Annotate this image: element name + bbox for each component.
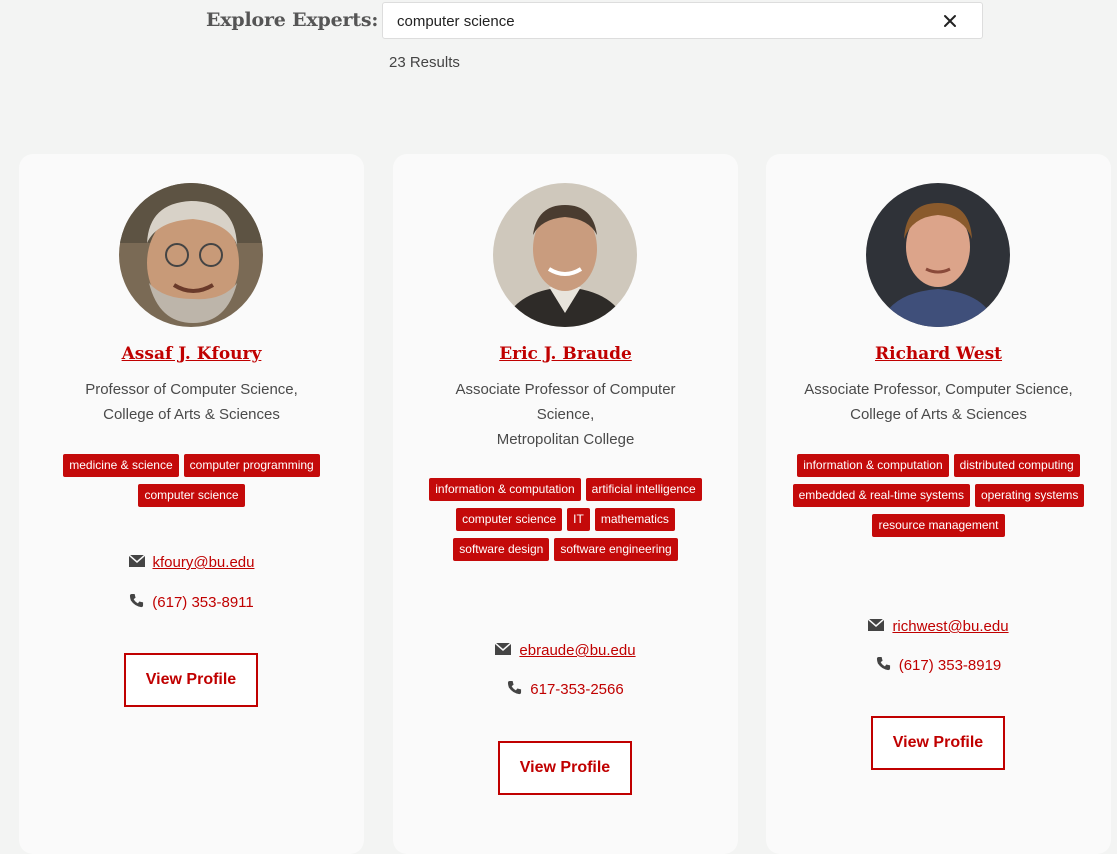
tag[interactable]: information & computation (429, 478, 581, 501)
tag[interactable]: computer science (138, 484, 245, 507)
tag[interactable]: information & computation (797, 454, 949, 477)
tag-list: information & computation distributed co… (786, 454, 1091, 537)
tag-list: medicine & science computer programming … (39, 454, 344, 507)
view-profile-button[interactable]: View Profile (871, 716, 1005, 770)
view-profile-button[interactable]: View Profile (124, 653, 258, 707)
expert-name[interactable]: Eric J. Braude (393, 344, 738, 364)
tag[interactable]: computer science (456, 508, 563, 531)
email-row: ebraude@bu.edu (393, 642, 738, 659)
phone-icon (876, 656, 891, 675)
result-count: 23 Results (389, 54, 460, 71)
tag-list: information & computation artificial int… (413, 478, 718, 561)
expert-name[interactable]: Assaf J. Kfoury (19, 344, 364, 364)
tag[interactable]: computer programming (183, 454, 320, 477)
tag[interactable]: embedded & real-time systems (792, 484, 970, 507)
tag[interactable]: resource management (872, 514, 1005, 537)
view-profile-button[interactable]: View Profile (498, 741, 632, 795)
email-link[interactable]: ebraude@bu.edu (519, 642, 635, 659)
envelope-icon (128, 554, 146, 571)
expert-title-line: Associate Professor of Computer (455, 381, 676, 398)
search-bar: Explore Experts: 23 Results (0, 0, 1117, 80)
expert-title: Associate Professor of Computer Science,… (433, 377, 698, 452)
phone-number[interactable]: (617) 353-8919 (899, 657, 1002, 674)
expert-title-line: Professor of Computer Science, (85, 381, 298, 398)
search-box[interactable] (382, 2, 983, 39)
avatar[interactable] (493, 183, 637, 327)
search-label: Explore Experts: (206, 9, 379, 31)
expert-title: Associate Professor, Computer Science, C… (786, 377, 1091, 427)
phone-number[interactable]: (617) 353-8911 (152, 594, 253, 611)
email-row: kfoury@bu.edu (19, 554, 364, 571)
expert-card: Richard West Associate Professor, Comput… (766, 154, 1111, 854)
expert-card: Assaf J. Kfoury Professor of Computer Sc… (19, 154, 364, 854)
tag[interactable]: artificial intelligence (585, 478, 702, 501)
search-input[interactable] (397, 11, 917, 31)
phone-icon (129, 593, 144, 612)
expert-card: Eric J. Braude Associate Professor of Co… (393, 154, 738, 854)
tag[interactable]: software engineering (554, 538, 678, 561)
avatar[interactable] (866, 183, 1010, 327)
tag[interactable]: medicine & science (63, 454, 179, 477)
tag[interactable]: software design (453, 538, 550, 561)
email-link[interactable]: kfoury@bu.edu (153, 554, 255, 571)
expert-name[interactable]: Richard West (766, 344, 1111, 364)
tag[interactable]: mathematics (594, 508, 675, 531)
phone-row: 617-353-2566 (393, 680, 738, 699)
expert-title-line: Metropolitan College (496, 431, 635, 448)
phone-number[interactable]: 617-353-2566 (530, 681, 623, 698)
expert-title-line: Science, (536, 406, 595, 423)
email-row: richwest@bu.edu (766, 618, 1111, 635)
email-link[interactable]: richwest@bu.edu (892, 618, 1008, 635)
envelope-icon (867, 618, 885, 635)
tag[interactable]: distributed computing (953, 454, 1080, 477)
envelope-icon (494, 642, 512, 659)
expert-title-line: College of Arts & Sciences (850, 406, 1027, 423)
close-icon[interactable] (940, 9, 960, 33)
phone-icon (507, 680, 522, 699)
phone-row: (617) 353-8919 (766, 656, 1111, 675)
avatar[interactable] (119, 183, 263, 327)
expert-title-line: Associate Professor, Computer Science, (804, 381, 1073, 398)
tag[interactable]: operating systems (975, 484, 1085, 507)
phone-row: (617) 353-8911 (19, 593, 364, 612)
expert-title: Professor of Computer Science, College o… (59, 377, 324, 427)
expert-title-line: College of Arts & Sciences (103, 406, 280, 423)
tag[interactable]: IT (567, 508, 590, 531)
